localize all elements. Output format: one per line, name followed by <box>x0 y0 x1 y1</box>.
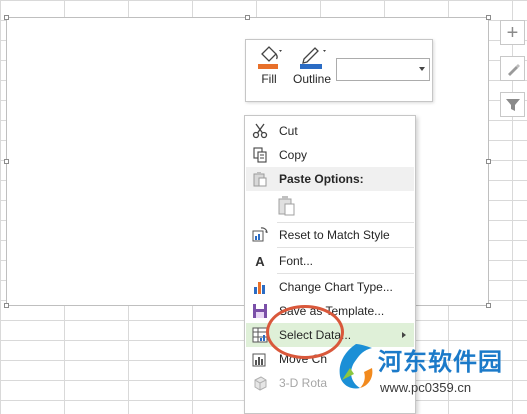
chart-element-dropdown[interactable] <box>336 58 430 81</box>
watermark-text: 河东软件园 <box>378 349 503 376</box>
menu-item-label: Font... <box>279 254 314 268</box>
plus-icon: + <box>506 21 519 44</box>
menu-item-change-chart-type[interactable]: Change Chart Type... <box>246 275 414 299</box>
font-icon: A <box>255 253 265 269</box>
chevron-down-icon <box>419 67 425 71</box>
watermark: 河东软件园 www.pc0359.cn <box>330 336 526 414</box>
menu-item-label: Cut <box>279 124 298 138</box>
outline-button[interactable]: Outline <box>291 44 333 98</box>
fill-bucket-icon <box>258 46 282 69</box>
outline-label: Outline <box>292 72 332 86</box>
chart-type-icon <box>249 277 271 297</box>
resize-handle[interactable] <box>486 303 491 308</box>
move-chart-icon <box>249 349 271 369</box>
save-template-icon <box>249 301 271 321</box>
menu-item-label: 3-D Rota <box>279 376 328 390</box>
brush-icon <box>507 63 520 76</box>
menu-item-font[interactable]: A Font... <box>246 249 414 273</box>
resize-handle[interactable] <box>4 15 9 20</box>
menu-item-cut[interactable]: Cut <box>246 119 414 143</box>
fill-label: Fill <box>261 72 277 86</box>
fill-button[interactable]: Fill <box>254 44 284 98</box>
scissors-icon <box>249 121 271 141</box>
chart-elements-button[interactable]: + <box>500 20 525 45</box>
filter-icon <box>505 98 520 111</box>
resize-handle[interactable] <box>4 159 9 164</box>
outline-pen-icon <box>300 47 326 69</box>
menu-header-paste-options: Paste Options: <box>246 167 414 191</box>
rotation-icon <box>249 373 271 393</box>
chart-filters-button[interactable] <box>500 92 525 117</box>
paste-option-icon <box>276 196 298 216</box>
reset-style-icon <box>249 225 271 245</box>
menu-item-label: Reset to Match Style <box>279 228 390 242</box>
watermark-url: www.pc0359.cn <box>380 380 472 395</box>
menu-item-label: Change Chart Type... <box>279 280 393 294</box>
resize-handle[interactable] <box>486 15 491 20</box>
menu-item-label: Copy <box>279 148 308 162</box>
resize-handle[interactable] <box>486 159 491 164</box>
paste-option-button[interactable] <box>246 193 414 219</box>
menu-separator <box>277 247 414 248</box>
menu-item-copy[interactable]: Copy <box>246 143 414 167</box>
menu-header-label: Paste Options: <box>279 172 364 186</box>
resize-handle[interactable] <box>4 303 9 308</box>
paste-icon <box>249 169 271 189</box>
chart-styles-button[interactable] <box>500 56 525 81</box>
menu-separator <box>277 273 414 274</box>
resize-handle[interactable] <box>245 15 250 20</box>
mini-toolbar: Fill Outline <box>245 39 433 102</box>
copy-icon <box>249 145 271 165</box>
watermark-logo <box>339 344 373 389</box>
menu-item-reset-style[interactable]: Reset to Match Style <box>246 223 414 247</box>
